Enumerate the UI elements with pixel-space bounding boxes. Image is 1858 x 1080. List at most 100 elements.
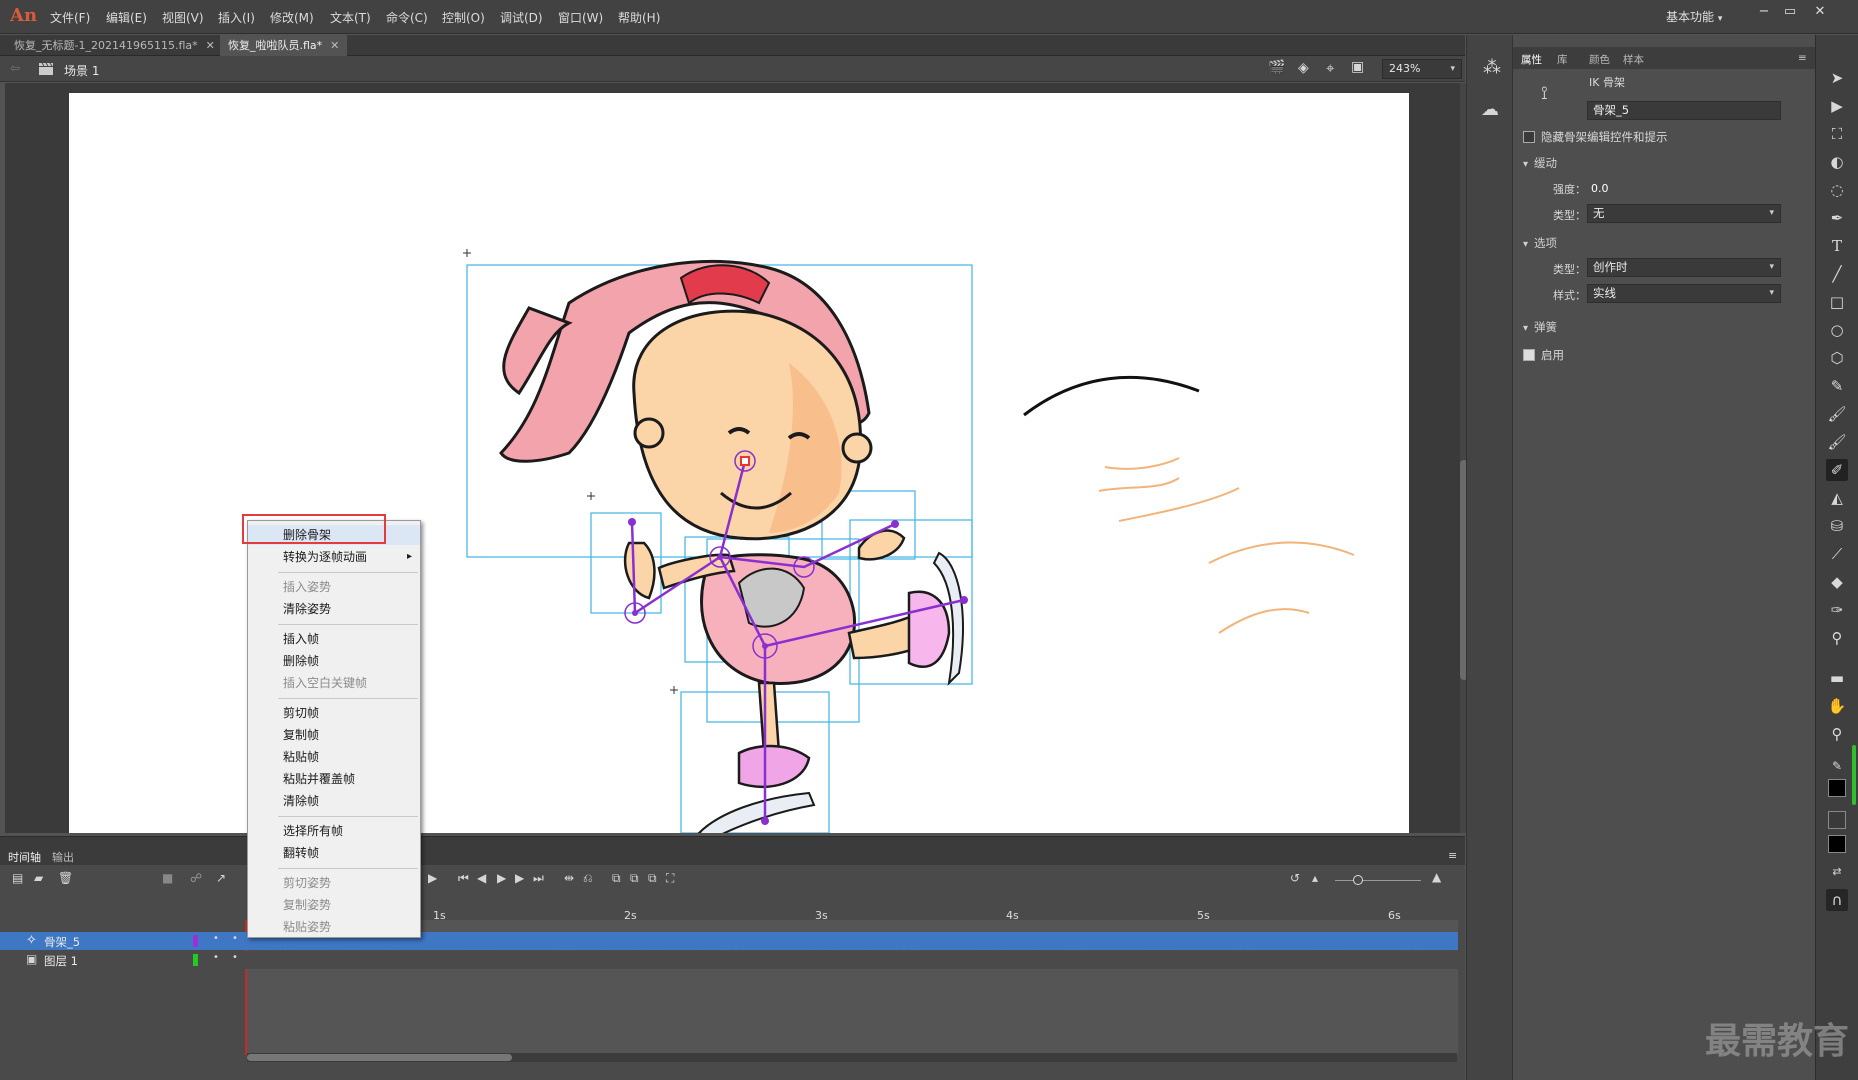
layer-parent-icon[interactable]: ☍ [190,871,202,885]
oval-tool-icon[interactable]: ○ [1826,319,1848,341]
context-menu-item[interactable]: 清除姿势 [248,599,420,619]
motion-presets-icon[interactable]: ⁂ [1483,57,1501,78]
panel-menu-icon[interactable]: ≡ [1448,849,1457,862]
doc-tab-1[interactable]: 恢复_无标题-1_202141965115.fla* ✕ [6,35,223,56]
swap-colors-icon[interactable]: ⇄ [1826,861,1848,883]
spring-enable-checkbox[interactable] [1523,349,1535,361]
eyedropper-icon[interactable]: ⟋ [1826,543,1848,565]
context-menu-item[interactable]: 选择所有帧 [248,821,420,841]
context-menu-item[interactable]: 插入帧 [248,629,420,649]
center-stage-icon[interactable]: ⌖ [1326,59,1334,77]
frame-size-slider[interactable] [1335,880,1421,881]
menu-item[interactable]: 视图(V) [162,9,204,26]
pen-tool-icon[interactable]: ✒ [1826,207,1848,229]
loop-icon[interactable]: ⎌ [583,871,593,886]
tab-library[interactable]: 库 [1557,52,1568,67]
close-icon[interactable]: ✕ [206,39,215,52]
panel-menu-icon[interactable]: ≡ [1798,52,1807,64]
edit-scene-icon[interactable]: 🎬 [1268,60,1285,76]
style-select[interactable]: 实线 ▾ [1587,284,1781,303]
3d-rotation-icon[interactable]: ◐ [1826,151,1848,173]
brush-tool-icon[interactable]: 🖌 [1826,403,1848,425]
menu-item[interactable]: 控制(O) [442,9,485,26]
lock-dot[interactable]: • [232,933,238,944]
next-frame-icon[interactable]: ▶ [515,871,524,885]
context-menu-item[interactable]: 转换为逐帧动画 ▸ [248,547,420,567]
scene-name[interactable]: 场景 1 [64,62,99,79]
onion-markers-icon[interactable]: ⛶ [666,871,674,886]
close-icon[interactable]: ✕ [1808,2,1832,22]
last-frame-icon[interactable]: ⏭ [533,871,544,886]
context-menu-item[interactable]: 删除帧 [248,651,420,671]
edit-multiple-icon[interactable]: ⧉ [648,871,657,886]
width-tool-icon[interactable]: ✑ [1826,599,1848,621]
play-icon[interactable]: ▶ [428,871,437,885]
instance-name-input[interactable]: 骨架_5 [1587,101,1781,120]
polystar-tool-icon[interactable]: ⬡ [1826,347,1848,369]
bone-tool-icon[interactable]: ✐ [1826,459,1848,481]
options-type-select[interactable]: 创作时 ▾ [1587,258,1781,277]
tab-output[interactable]: 输出 [52,849,74,865]
close-icon[interactable]: ✕ [330,39,339,52]
camera-tool-icon[interactable]: ▬ [1826,667,1848,689]
new-folder-icon[interactable]: ▰ [34,871,43,885]
pin-tool-icon[interactable]: ⚲ [1826,627,1848,649]
delete-icon[interactable]: 🗑 [58,871,73,885]
menu-item[interactable]: 调试(D) [500,9,543,26]
onion-skin-icon[interactable]: ⧉ [612,871,621,886]
play-icon[interactable]: ▶ [497,871,506,885]
menu-item[interactable]: 窗口(W) [558,9,603,26]
tab-swatches[interactable]: 样本 [1623,52,1644,67]
onion-outline-icon[interactable]: ⧉ [630,871,639,886]
context-menu-item[interactable]: 复制帧 [248,725,420,745]
stroke-color-icon[interactable]: ✎ [1826,755,1848,777]
hide-controls-checkbox[interactable] [1523,131,1535,143]
layer-name[interactable]: 骨架_5 [44,934,80,950]
section-options[interactable]: 选项 [1523,235,1557,251]
text-tool-icon[interactable]: T [1826,235,1848,257]
context-menu-item[interactable]: 粘贴并覆盖帧 [248,769,420,789]
visibility-dot[interactable]: • [213,952,219,963]
edit-symbol-icon[interactable]: ◈ [1298,60,1309,76]
stage-pasteboard[interactable] [5,83,1460,833]
clip-stage-icon[interactable]: ▣ [1351,59,1364,75]
layer-name[interactable]: 图层 1 [44,953,78,969]
zoom-out-icon[interactable]: ▴ [1312,871,1318,885]
menu-item[interactable]: 文本(T) [330,9,371,26]
visibility-dot[interactable]: • [213,933,219,944]
context-menu-item[interactable]: 剪切帧 [248,703,420,723]
tab-timeline[interactable]: 时间轴 [8,849,41,865]
eraser-icon[interactable]: ◆ [1826,571,1848,593]
layer-color-swatch[interactable] [193,935,198,947]
selection-tool-icon[interactable]: ➤ [1826,67,1848,89]
tab-properties[interactable]: 属性 [1521,52,1542,67]
doc-tab-2[interactable]: 恢复_啦啦队员.fla* ✕ [220,35,348,56]
menu-item[interactable]: 命令(C) [386,9,428,26]
undo-icon[interactable]: ↺ [1290,871,1300,885]
camera-icon[interactable]: ■ [162,871,173,885]
ink-bottle-icon[interactable]: ⛁ [1826,515,1848,537]
context-menu-item[interactable]: 粘贴帧 [248,747,420,767]
menu-item[interactable]: 编辑(E) [106,9,147,26]
menu-item[interactable]: 帮助(H) [618,9,660,26]
layer-color-swatch[interactable] [193,954,198,966]
back-arrow-icon[interactable]: ⇦ [10,61,20,75]
slider-handle[interactable] [1353,875,1363,885]
section-spring[interactable]: 弹簧 [1523,319,1557,335]
maximize-icon[interactable]: ▭ [1778,2,1802,22]
menu-item[interactable]: 修改(M) [270,9,314,26]
zoom-tool-icon[interactable]: ⚲ [1826,723,1848,745]
center-frame-icon[interactable]: ⇹ [564,871,574,885]
fill-color-swatch[interactable] [1828,835,1846,853]
workspace-switcher[interactable]: 基本功能 ▾ [1666,7,1746,27]
new-layer-icon[interactable]: ▤ [12,871,23,885]
tab-color[interactable]: 颜色 [1589,52,1610,67]
layer-row-1[interactable]: ▣ 图层 1 • • [0,951,1458,969]
rectangle-tool-icon[interactable]: □ [1826,291,1848,313]
lasso-icon[interactable]: ◌ [1826,179,1848,201]
graph-icon[interactable]: ↗ [216,871,226,885]
context-menu-item[interactable]: 翻转帧 [248,843,420,863]
context-menu-item[interactable]: 清除帧 [248,791,420,811]
lock-dot[interactable]: • [232,952,238,963]
menu-item[interactable]: 文件(F) [50,9,90,26]
